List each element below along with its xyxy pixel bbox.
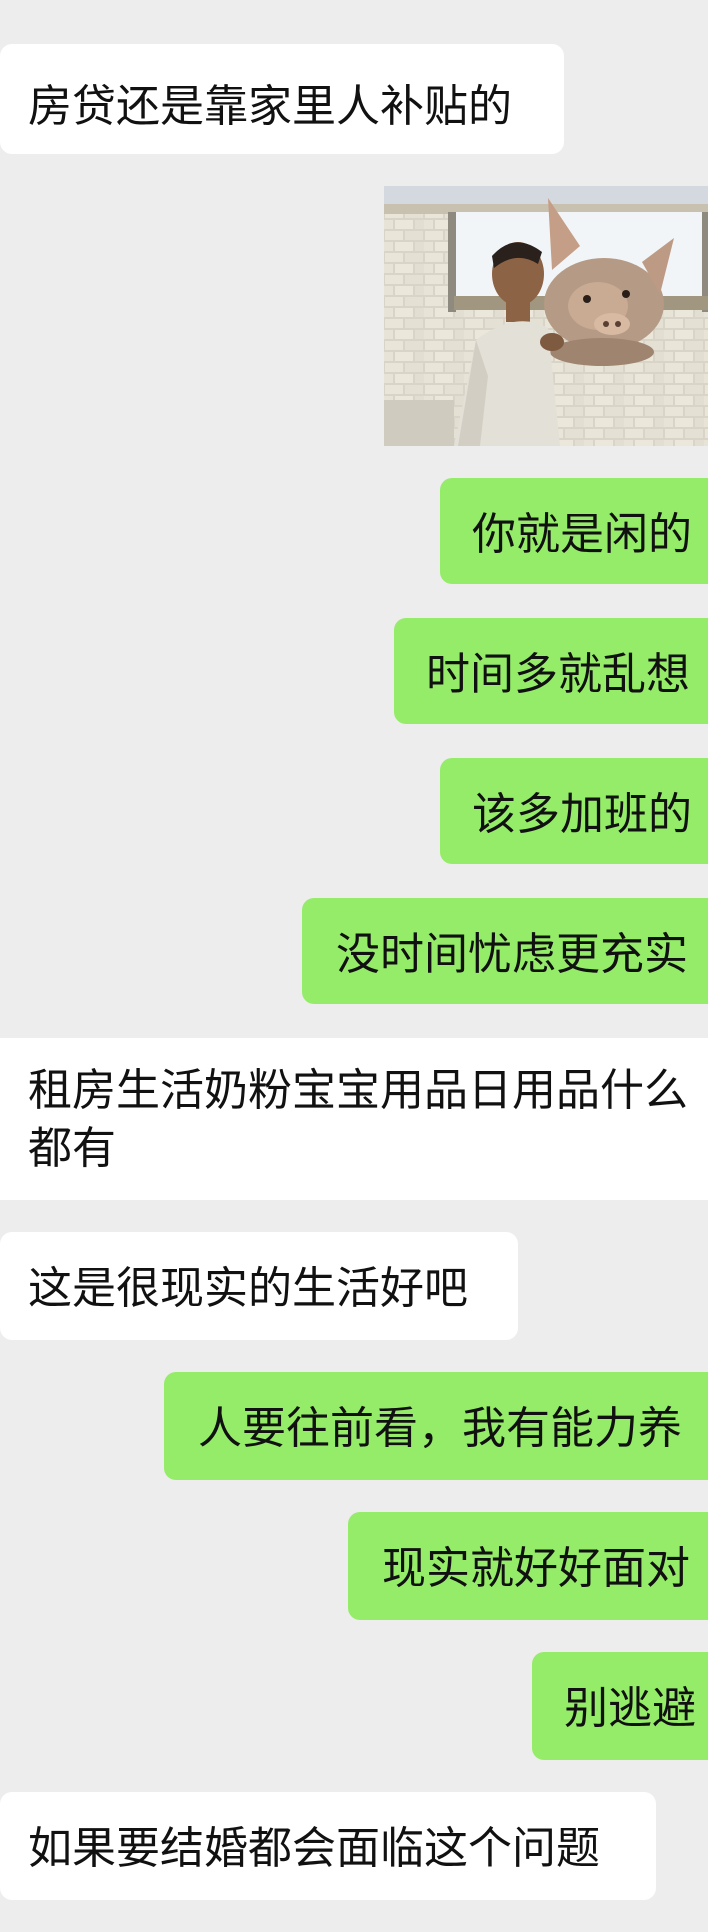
outgoing-message-bubble[interactable]: 时间多就乱想	[394, 618, 708, 724]
outgoing-message-bubble[interactable]: 没时间忧虑更充实	[302, 898, 708, 1004]
message-text: 人要往前看，我有能力养	[198, 1403, 682, 1454]
message-text: 没时间忧虑更充实	[336, 929, 688, 980]
message-text: 房贷还是靠家里人补贴的	[28, 81, 512, 132]
message-text: 该多加班的	[472, 789, 692, 840]
message-text: 你就是闲的	[472, 509, 692, 560]
outgoing-message-bubble[interactable]: 你就是闲的	[440, 478, 708, 584]
pig-meme-image[interactable]	[384, 186, 708, 446]
outgoing-message-bubble[interactable]: 人要往前看，我有能力养	[164, 1372, 708, 1480]
message-text: 现实就好好面对	[382, 1543, 690, 1594]
outgoing-message-bubble[interactable]: 别逃避	[532, 1652, 708, 1760]
incoming-message-bubble[interactable]: 这是很现实的生活好吧	[0, 1232, 518, 1340]
message-text: 时间多就乱想	[426, 649, 690, 700]
message-text: 这是很现实的生活好吧	[28, 1263, 468, 1314]
incoming-message-bubble[interactable]: 如果要结婚都会面临这个问题	[0, 1792, 656, 1900]
message-text: 别逃避	[564, 1683, 696, 1734]
message-text: 租房生活奶粉宝宝用品日用品什么都有	[28, 1065, 688, 1174]
message-text: 如果要结婚都会面临这个问题	[28, 1823, 600, 1874]
incoming-message-bubble[interactable]: 租房生活奶粉宝宝用品日用品什么都有	[0, 1038, 708, 1200]
pig-meme-icon	[384, 186, 708, 446]
outgoing-message-bubble[interactable]: 现实就好好面对	[348, 1512, 708, 1620]
outgoing-message-bubble[interactable]: 该多加班的	[440, 758, 708, 864]
incoming-message-bubble[interactable]: 房贷还是靠家里人补贴的	[0, 44, 564, 154]
